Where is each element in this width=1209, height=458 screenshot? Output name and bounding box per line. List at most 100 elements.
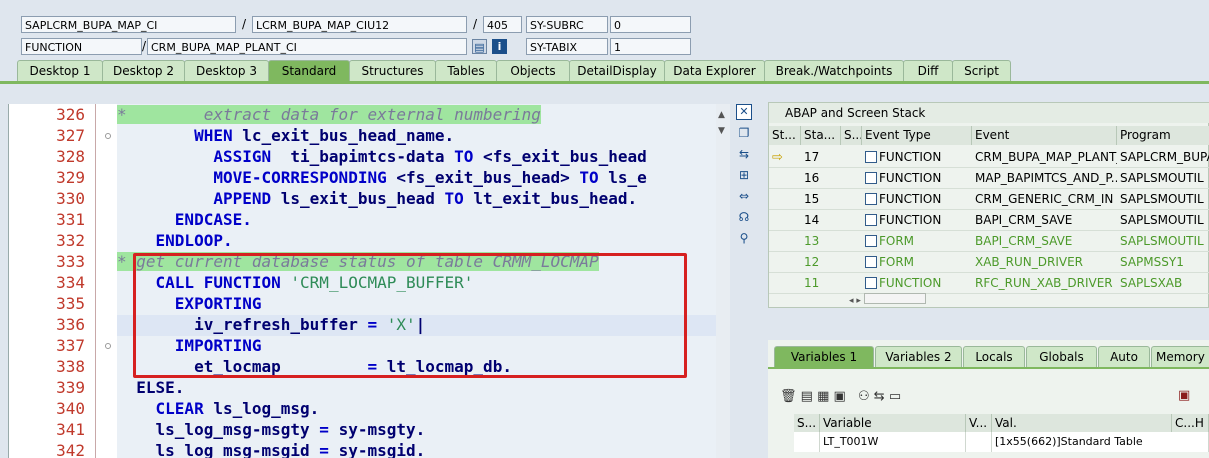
load-icon[interactable]: ▦ xyxy=(817,389,829,404)
stack-col-program[interactable]: Program xyxy=(1117,126,1209,145)
delete-all-icon[interactable]: ▤ xyxy=(801,389,813,404)
stack-row-event[interactable]: MAP_BAPIMTCS_AND_P... xyxy=(972,168,1117,189)
var-row-v[interactable] xyxy=(966,432,992,452)
stack-row-type[interactable]: FUNCTION xyxy=(862,147,972,168)
tab-structures[interactable]: Structures xyxy=(349,60,436,81)
editor-scrollbar[interactable]: ▲ ▼ xyxy=(716,104,730,458)
stack-row-type[interactable]: FUNCTION xyxy=(862,189,972,210)
tab-objects[interactable]: Objects xyxy=(496,60,570,81)
tab-tables[interactable]: Tables xyxy=(435,60,497,81)
stack-row-s[interactable] xyxy=(841,252,862,273)
type-field[interactable]: FUNCTION xyxy=(21,38,142,55)
tab-memory-analysis[interactable]: Memory A xyxy=(1151,346,1209,367)
stack-row-type[interactable]: FUNCTION xyxy=(862,273,972,294)
var-row-value[interactable]: [1x55(662)]Standard Table xyxy=(992,432,1209,452)
vars-col-value[interactable]: Val. xyxy=(992,414,1172,432)
stack-row-status[interactable] xyxy=(769,189,801,210)
stack-row-level[interactable]: 17 xyxy=(801,147,841,168)
stack-row-status[interactable]: ⇨ xyxy=(769,147,801,168)
stack-col-event-type[interactable]: Event Type xyxy=(862,126,972,145)
tab-standard[interactable]: Standard xyxy=(268,60,350,81)
vars-col-v[interactable]: V... xyxy=(966,414,992,432)
vars-col-ch[interactable]: C...H xyxy=(1172,414,1209,432)
stack-row-level[interactable]: 15 xyxy=(801,189,841,210)
tree-icon[interactable]: ⚇ xyxy=(858,389,870,404)
tab-detail-display[interactable]: DetailDisplay xyxy=(569,60,665,81)
code-line[interactable]: ls_log_msg-msgty = sy-msgty. xyxy=(117,419,426,440)
stack-row-s[interactable] xyxy=(841,168,862,189)
close-icon[interactable]: ✕ xyxy=(736,104,752,120)
stack-hscroll[interactable]: ◂ ▸ xyxy=(849,293,959,306)
code-line[interactable]: CLEAR ls_log_msg. xyxy=(117,398,320,419)
tab-locals[interactable]: Locals xyxy=(963,346,1025,367)
include-field[interactable]: LCRM_BUPA_MAP_CIU12 xyxy=(252,16,467,33)
vars-col-variable[interactable]: Variable xyxy=(820,414,966,432)
stack-row-status[interactable] xyxy=(769,168,801,189)
new-window-icon[interactable]: ❐ xyxy=(736,125,752,141)
sysvar2-value-field[interactable]: 1 xyxy=(610,38,691,55)
tab-script[interactable]: Script xyxy=(952,60,1011,81)
stack-row-level[interactable]: 13 xyxy=(801,231,841,252)
code-line[interactable]: ELSE. xyxy=(117,377,184,398)
stack-row-level[interactable]: 16 xyxy=(801,168,841,189)
folder-icon[interactable]: ▭ xyxy=(889,389,901,404)
stack-row-type[interactable]: FUNCTION xyxy=(862,210,972,231)
delete-icon[interactable]: 🗑 xyxy=(780,389,797,404)
stack-row-program[interactable]: SAPMSSY1 xyxy=(1117,252,1209,273)
stack-row-event[interactable]: BAPI_CRM_SAVE xyxy=(972,210,1117,231)
info-icon[interactable]: i xyxy=(492,39,507,54)
var-row-status[interactable] xyxy=(794,432,820,452)
sysvar1-name-field[interactable]: SY-SUBRC xyxy=(526,16,608,33)
stack-row-status[interactable] xyxy=(769,252,801,273)
stack-row-level[interactable]: 12 xyxy=(801,252,841,273)
stack-row-program[interactable]: SAPLCRM_BUPA_ xyxy=(1117,147,1209,168)
code-line[interactable]: APPEND ls_exit_bus_head TO lt_exit_bus_h… xyxy=(117,188,637,209)
swap-icon[interactable]: ⇆ xyxy=(736,146,752,162)
stack-row-s[interactable] xyxy=(841,210,862,231)
stack-row-event[interactable]: BAPI_CRM_SAVE xyxy=(972,231,1117,252)
tab-desktop-2[interactable]: Desktop 2 xyxy=(102,60,185,81)
structure-icon[interactable]: ⚲ xyxy=(736,230,752,246)
stack-row-program[interactable]: SAPLSMOUTIL xyxy=(1117,189,1209,210)
stack-row-status[interactable] xyxy=(769,210,801,231)
vars-col-s[interactable]: S... xyxy=(794,414,820,432)
save-icon[interactable]: ▣ xyxy=(1178,388,1190,403)
tab-variables-1[interactable]: Variables 1 xyxy=(774,346,874,367)
stack-col-status[interactable]: St... xyxy=(769,126,801,145)
breakpoint-marker[interactable] xyxy=(105,133,111,139)
save-vars-icon[interactable]: ▣ xyxy=(834,389,846,404)
code-line[interactable]: ENDCASE. xyxy=(117,209,252,230)
stack-row-program[interactable]: SAPLSMOUTIL xyxy=(1117,231,1209,252)
stack-row-level[interactable]: 11 xyxy=(801,273,841,294)
sysvar2-name-field[interactable]: SY-TABIX xyxy=(526,38,608,55)
breakpoint-marker[interactable] xyxy=(105,343,111,349)
stack-row-s[interactable] xyxy=(841,273,862,294)
code-line[interactable]: WHEN lc_exit_bus_head_name. xyxy=(117,125,454,146)
code-line[interactable]: ls_log_msg-msgid = sy-msgid. xyxy=(117,440,426,458)
code-line[interactable]: ASSIGN ti_bapimtcs-data TO <fs_exit_bus_… xyxy=(117,146,646,167)
tab-auto[interactable]: Auto xyxy=(1098,346,1150,367)
scroll-down-icon[interactable]: ▼ xyxy=(718,126,725,136)
tab-desktop-3[interactable]: Desktop 3 xyxy=(184,60,269,81)
stack-row-event[interactable]: XAB_RUN_DRIVER xyxy=(972,252,1117,273)
maximize-icon[interactable]: ⊞ xyxy=(736,167,752,183)
line-field[interactable]: 405 xyxy=(483,16,522,33)
tab-diff[interactable]: Diff xyxy=(903,60,953,81)
scroll-up-icon[interactable]: ▲ xyxy=(718,110,725,120)
stack-row-level[interactable]: 14 xyxy=(801,210,841,231)
routine-field[interactable]: CRM_BUPA_MAP_PLANT_CI xyxy=(147,38,467,55)
stack-row-event[interactable]: CRM_GENERIC_CRM_IN xyxy=(972,189,1117,210)
stack-col-level[interactable]: Sta... xyxy=(801,126,841,145)
stack-row-program[interactable]: SAPLSMOUTIL xyxy=(1117,210,1209,231)
stack-row-status[interactable] xyxy=(769,273,801,294)
stack-row-event[interactable]: RFC_RUN_XAB_DRIVER xyxy=(972,273,1117,294)
code-line[interactable]: MOVE-CORRESPONDING <fs_exit_bus_head> TO… xyxy=(117,167,646,188)
stack-row-type[interactable]: FUNCTION xyxy=(862,168,972,189)
stack-row-s[interactable] xyxy=(841,189,862,210)
stack-row-program[interactable]: SAPLSMOUTIL xyxy=(1117,168,1209,189)
code-line[interactable]: * extract data for external numbering xyxy=(117,104,541,125)
var-row-name[interactable]: LT_T001W xyxy=(820,432,966,452)
tab-desktop-1[interactable]: Desktop 1 xyxy=(17,60,103,81)
stack-col-s[interactable]: S... xyxy=(841,126,862,145)
tab-breakpoints[interactable]: Break./Watchpoints xyxy=(764,60,904,81)
